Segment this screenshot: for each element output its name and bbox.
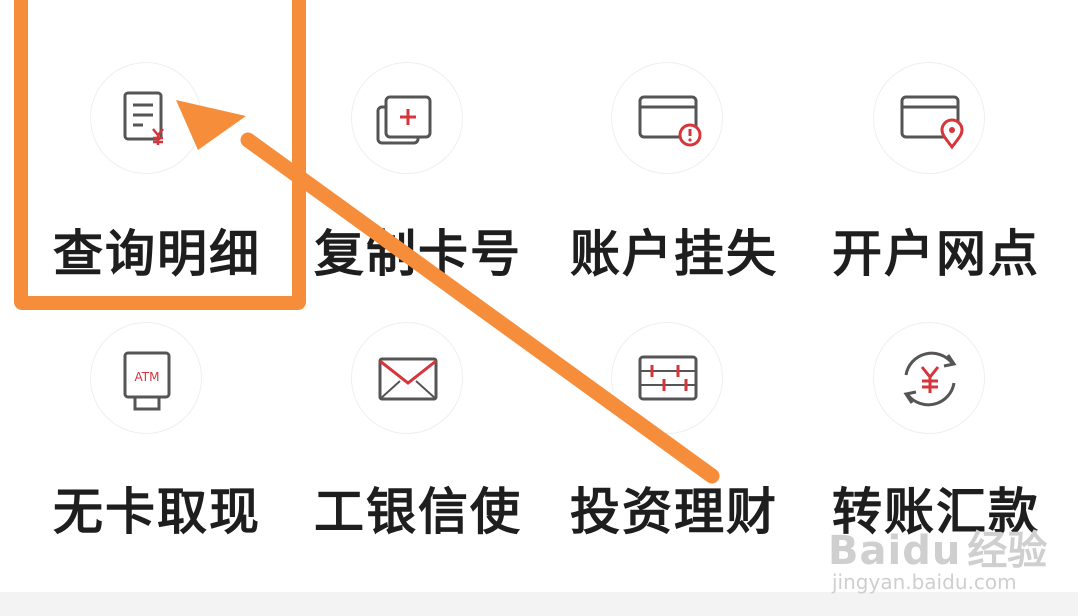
grid-item-cardless-withdrawal[interactable]: ATM 无卡取现 [15, 320, 276, 590]
abacus-icon [611, 322, 723, 434]
grid-item-branch[interactable]: 开户网点 [802, 0, 1063, 283]
svg-text:ATM: ATM [135, 370, 160, 384]
grid-item-report-loss[interactable]: 账户挂失 [540, 0, 801, 283]
grid-item-label: 开户网点 [832, 225, 1040, 283]
grid-item-label: 工银信使 [314, 483, 522, 541]
grid-item-label: 投资理财 [570, 483, 778, 541]
highlight-box [14, 0, 306, 310]
card-alert-icon [611, 62, 723, 174]
transfer-yuan-icon [873, 322, 985, 434]
atm-icon: ATM [90, 322, 202, 434]
envelope-icon [351, 322, 463, 434]
grid-item-copy-card-number[interactable]: 复制卡号 [278, 0, 539, 283]
watermark: Baidu 经验 jingyan.baidu.com [828, 518, 1048, 594]
grid-item-investment[interactable]: 投资理财 [540, 320, 801, 590]
watermark-url: jingyan.baidu.com [832, 570, 1017, 594]
grid-item-label: 复制卡号 [314, 225, 522, 283]
grid-item-label: 无卡取现 [53, 483, 261, 541]
copy-card-icon [351, 62, 463, 174]
card-location-icon [873, 62, 985, 174]
bottom-bar [0, 592, 1078, 616]
grid-item-label: 账户挂失 [570, 225, 778, 283]
watermark-sub: 经验 [967, 528, 1048, 574]
grid-item-icbc-messenger[interactable]: 工银信使 [278, 320, 539, 590]
watermark-brand: Baidu [828, 528, 962, 574]
